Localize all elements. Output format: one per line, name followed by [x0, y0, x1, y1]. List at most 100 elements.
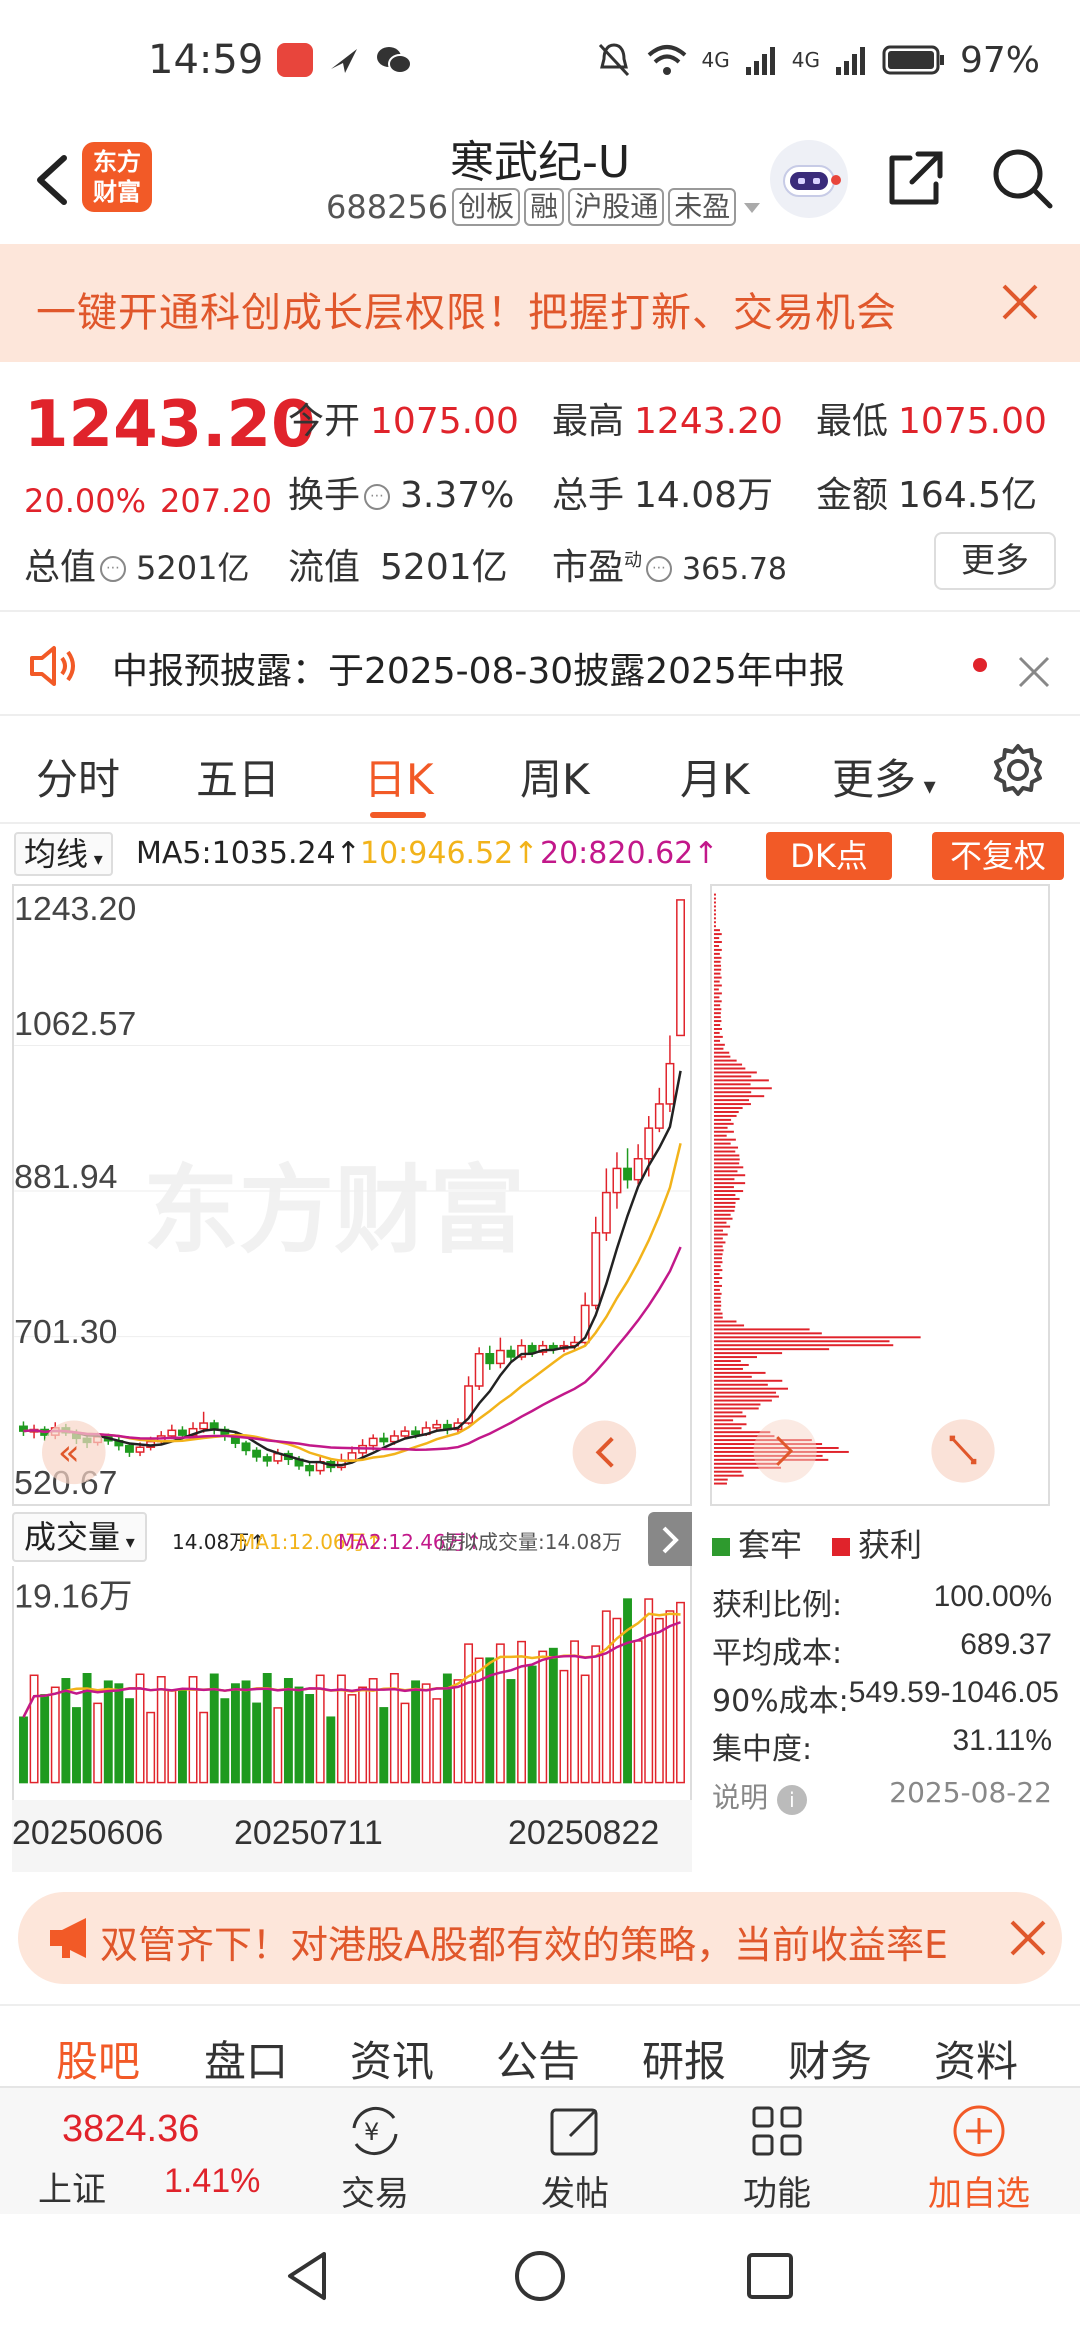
promo-banner[interactable]: 一键开通科创成长层权限！把握打新、交易机会	[0, 244, 1080, 362]
chip-bar	[713, 1162, 740, 1165]
info-icon[interactable]: ⋯	[100, 556, 127, 582]
dk-point-button[interactable]: DK点	[766, 832, 892, 880]
close-icon[interactable]	[1006, 1916, 1050, 1960]
ma-select[interactable]: 均线 ▾	[14, 832, 113, 876]
y-label: 1062.57	[14, 1005, 136, 1043]
next-icon[interactable]	[753, 1419, 817, 1483]
back-triangle-icon[interactable]	[280, 2248, 336, 2304]
share-icon[interactable]	[884, 146, 948, 210]
chip-bar	[713, 1027, 722, 1030]
info-icon[interactable]: ⋯	[646, 556, 673, 582]
chip-bar	[713, 1253, 723, 1256]
candlestick-chart[interactable]: 东方财富 1243.20 1062.57 881.94 701.30 520.6…	[12, 884, 692, 1506]
ma-legend-bar: 均线 ▾ MA5:1035.24↑ 10:946.52↑ 20:820.62↑ …	[0, 824, 1080, 884]
tab-forum[interactable]: 股吧	[56, 2028, 140, 2089]
chip-bar	[713, 1122, 734, 1125]
stock-code-row: 688256 创板 融 沪股通 未盈	[326, 188, 764, 226]
trade-button[interactable]: ¥ 交易	[300, 2100, 450, 2215]
chip-bar	[713, 1043, 725, 1046]
volume-bar	[474, 1657, 484, 1784]
volume-bar	[432, 1698, 442, 1784]
chip-bar	[713, 984, 722, 987]
expand-arrow-button[interactable]	[648, 1512, 692, 1568]
volume-bar	[347, 1694, 357, 1784]
chip-bar	[713, 1273, 720, 1276]
chip-bar	[713, 1304, 722, 1307]
post-button[interactable]: 发帖	[500, 2100, 650, 2215]
turnover-field: 换手 ⋯ 3.37%	[288, 475, 515, 516]
chip-bar	[713, 1332, 822, 1335]
chip-bar	[713, 1352, 783, 1355]
date-label: 20250606	[12, 1814, 164, 1852]
tab-research[interactable]: 研报	[642, 2028, 726, 2089]
dropdown-icon[interactable]	[740, 195, 764, 219]
tab-weekly-k[interactable]: 周K	[520, 746, 590, 807]
gear-icon[interactable]	[990, 742, 1046, 798]
candle	[135, 1446, 145, 1453]
chip-bar	[713, 1312, 723, 1315]
tab-daily-k[interactable]: 日K	[364, 746, 434, 807]
tab-orderbook[interactable]: 盘口	[204, 2028, 288, 2089]
ma5-value: MA5:1035.24↑	[136, 836, 361, 871]
volume-bar	[654, 1617, 664, 1784]
search-icon[interactable]	[990, 146, 1054, 210]
chip-bar	[713, 1265, 721, 1268]
notice-bar[interactable]: 中报预披露：于2025-08-30披露2025年中报	[0, 612, 1080, 716]
chip-bar	[713, 988, 719, 991]
chip-bar	[713, 1150, 736, 1153]
volume-select[interactable]: 成交量 ▾	[12, 1512, 147, 1562]
ad-banner[interactable]: 双管齐下！对港股A股都有效的策略，当前收益率E	[18, 1892, 1062, 1984]
volume-bar	[114, 1683, 124, 1784]
signal-icon-2	[835, 47, 865, 75]
expand-icon[interactable]	[931, 1419, 995, 1483]
info-icon[interactable]: ⋯	[364, 484, 391, 510]
chip-bar	[713, 976, 722, 979]
chip-bar	[713, 1063, 743, 1066]
candle	[305, 1465, 315, 1472]
chip-bar	[713, 1083, 751, 1086]
add-watchlist-button[interactable]: 加自选	[904, 2100, 1054, 2215]
volume-bar	[61, 1678, 71, 1784]
tab-monthly-k[interactable]: 月K	[680, 746, 750, 807]
close-icon[interactable]	[1016, 654, 1052, 690]
functions-button[interactable]: 功能	[702, 2100, 852, 2215]
tab-profile[interactable]: 资料	[934, 2028, 1018, 2089]
tab-more[interactable]: 更多 ▾	[832, 746, 936, 807]
volume-bar	[517, 1640, 527, 1784]
status-time: 14:59	[148, 37, 264, 83]
recents-square-icon[interactable]	[742, 2248, 798, 2304]
y-label: 881.94	[14, 1158, 117, 1196]
home-circle-icon[interactable]	[512, 2248, 568, 2304]
volume-bar	[220, 1698, 230, 1784]
prev-candle-icon[interactable]	[572, 1420, 637, 1485]
candle	[633, 1157, 643, 1181]
svg-text:«: «	[58, 1432, 80, 1473]
chip-bar	[713, 1182, 746, 1185]
volume-bar	[379, 1707, 389, 1784]
chip-distribution-chart[interactable]	[710, 884, 1050, 1506]
chip-bar	[713, 1194, 736, 1196]
candle	[124, 1444, 134, 1453]
no-adjust-button[interactable]: 不复权	[932, 832, 1064, 880]
scroll-left-icon[interactable]: «	[42, 1420, 106, 1485]
candle	[591, 1232, 601, 1307]
virtual-volume: 虚拟成交量:14.08万	[438, 1530, 622, 1554]
tab-announcements[interactable]: 公告	[496, 2028, 580, 2089]
index-value: 3824.36	[62, 2108, 200, 2150]
more-button[interactable]: 更多	[934, 532, 1056, 590]
close-icon[interactable]	[996, 278, 1044, 326]
chip-legend: 套牢 获利	[712, 1520, 922, 1566]
explain-link[interactable]: 说明 i	[712, 1776, 807, 1816]
tab-intraday[interactable]: 分时	[36, 746, 120, 807]
chip-bar	[713, 1379, 783, 1382]
candle	[527, 1344, 537, 1353]
chip-bar	[713, 901, 716, 904]
tab-finance[interactable]: 财务	[788, 2028, 872, 2089]
ai-robot-icon[interactable]	[770, 140, 848, 218]
chip-bar	[713, 1138, 736, 1141]
index-name: 上证	[38, 2170, 106, 2210]
tab-five-day[interactable]: 五日	[196, 746, 280, 807]
chip-bar	[713, 1427, 742, 1430]
tab-news[interactable]: 资讯	[350, 2028, 434, 2089]
change-percent: 20.00%	[24, 482, 147, 520]
